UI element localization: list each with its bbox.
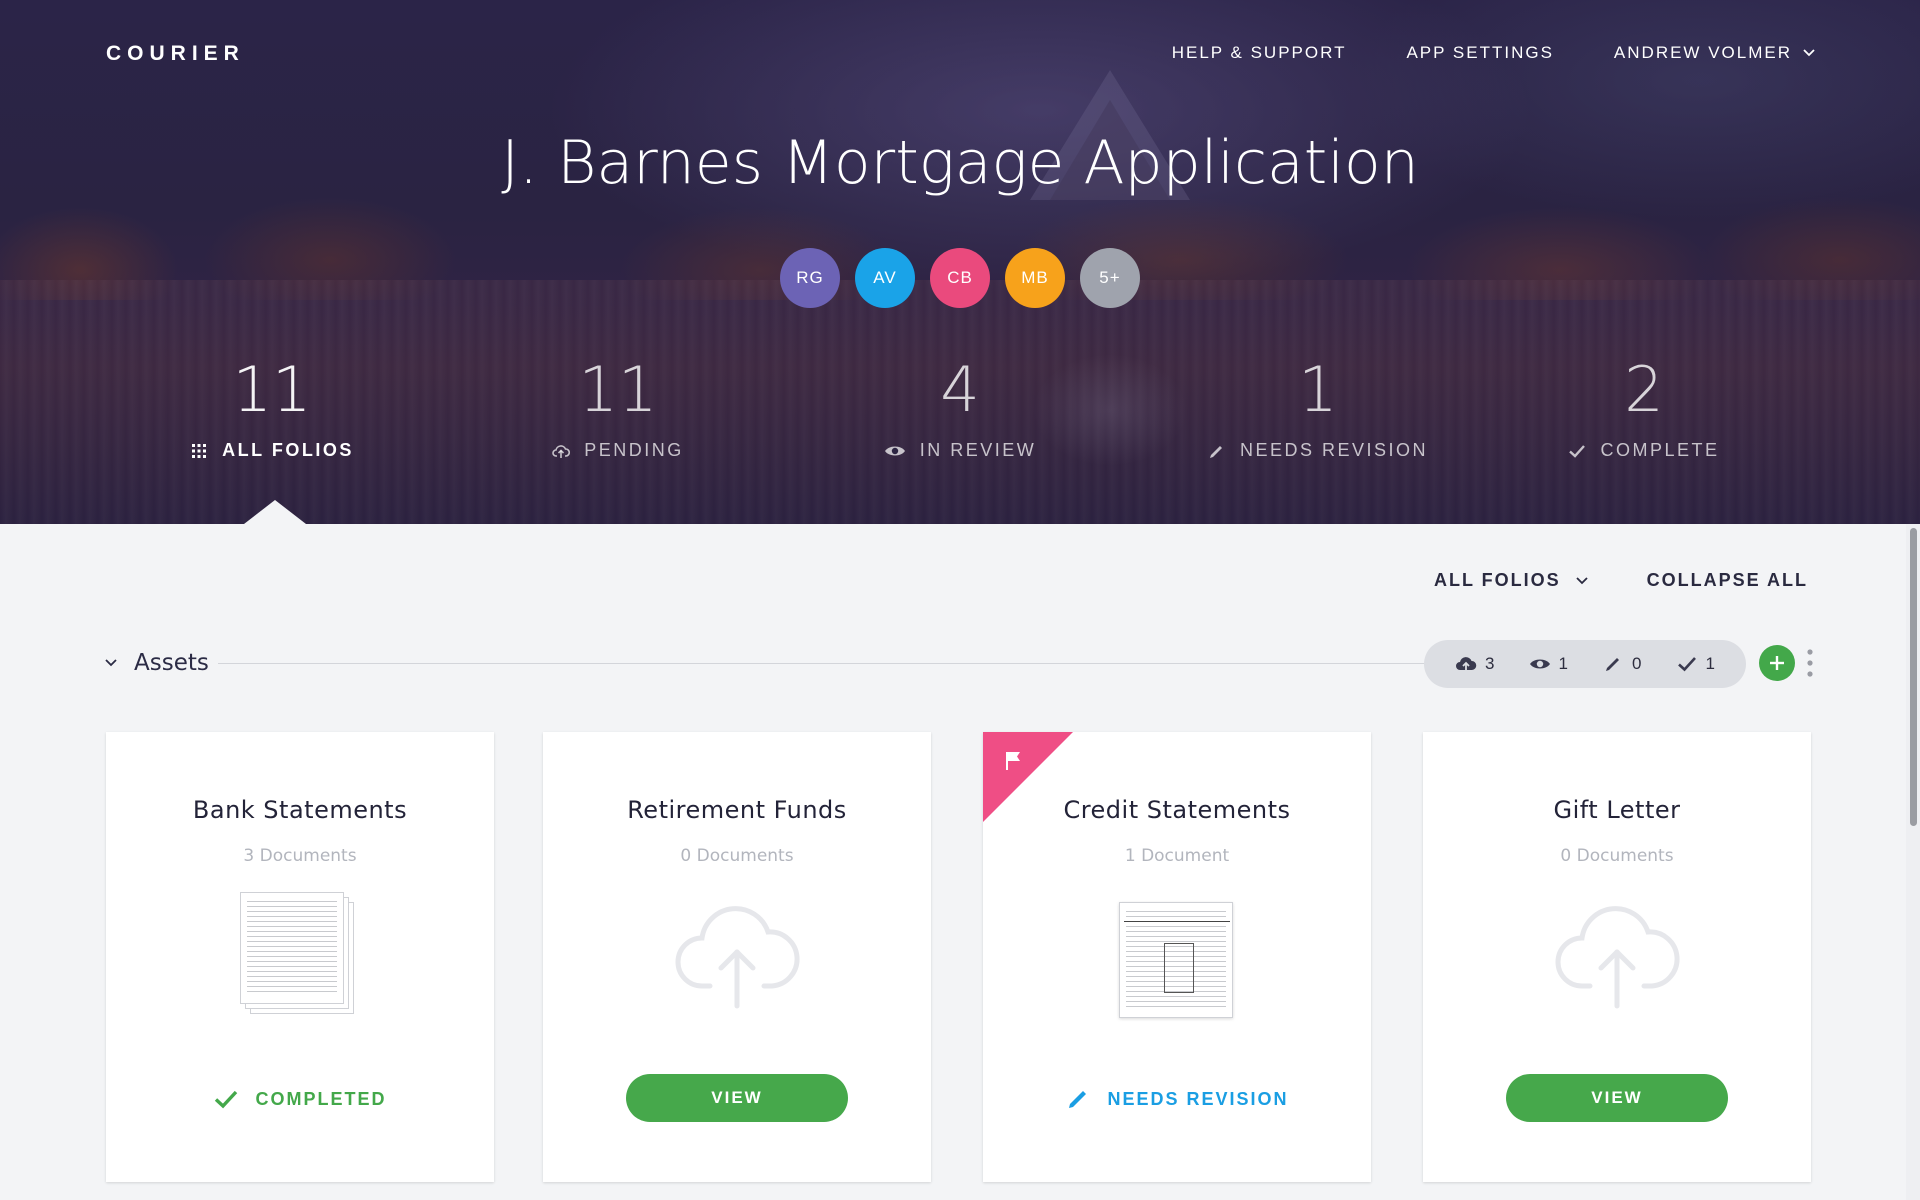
- card-document-count: 3 Documents: [243, 846, 357, 866]
- eye-icon: [884, 446, 905, 455]
- stat-value: 11: [232, 353, 312, 426]
- avatar[interactable]: MB: [1005, 248, 1065, 308]
- card-title: Gift Letter: [1553, 796, 1681, 824]
- status-indicator: COMPLETED: [106, 1086, 494, 1112]
- folio-card[interactable]: Bank Statements 3 Documents COMPLETED: [106, 732, 494, 1182]
- stat-label: NEEDS REVISION: [1239, 440, 1429, 460]
- view-button[interactable]: VIEW: [626, 1074, 848, 1122]
- status-label: NEEDS REVISION: [1107, 1088, 1289, 1109]
- stat-label: COMPLETE: [1600, 440, 1720, 460]
- content-toolbar: ALL FOLIOS COLLAPSE ALL: [1434, 570, 1808, 591]
- add-folio-button[interactable]: [1759, 645, 1795, 681]
- section-divider: [218, 663, 1512, 664]
- pencil-icon: [1606, 658, 1620, 671]
- active-tab-pointer: [244, 500, 306, 524]
- section-title: Assets: [134, 650, 209, 676]
- app-logo[interactable]: COURIER: [106, 42, 245, 66]
- eye-icon: [1529, 659, 1550, 669]
- count-complete-value: 1: [1705, 654, 1715, 673]
- user-menu[interactable]: ANDREW VOLMER: [1614, 43, 1816, 63]
- count-pending-value: 3: [1485, 654, 1495, 673]
- stat-in-review[interactable]: 4 IN REVIEW: [810, 350, 1110, 464]
- folio-card-grid: Bank Statements 3 Documents COMPLETED Re…: [106, 732, 1814, 1182]
- stat-pending[interactable]: 11 PENDING: [468, 350, 768, 464]
- flag-icon: [1006, 752, 1020, 770]
- app-settings-label: APP SETTINGS: [1406, 43, 1554, 62]
- section-collapse-toggle[interactable]: Assets: [104, 650, 209, 676]
- avatar[interactable]: AV: [855, 248, 915, 308]
- stat-label: PENDING: [584, 440, 684, 460]
- cloud-upload-icon[interactable]: [672, 900, 802, 1010]
- card-document-count: 0 Documents: [1560, 846, 1674, 866]
- folio-stats: 11 ALL FOLIOS 11 PENDING 4 IN REVIEW 1 N…: [0, 350, 1920, 470]
- view-button[interactable]: VIEW: [1506, 1074, 1728, 1122]
- help-support-link[interactable]: HELP & SUPPORT: [1172, 43, 1347, 63]
- grid-icon: [192, 443, 207, 458]
- stat-value: 2: [1624, 353, 1664, 426]
- scrollbar-thumb[interactable]: [1910, 528, 1917, 826]
- count-revision-value: 0: [1632, 654, 1642, 673]
- cloud-upload-icon[interactable]: [1552, 900, 1682, 1010]
- page-title: J. Barnes Mortgage Application: [501, 128, 1419, 198]
- plus-icon: [1770, 656, 1784, 670]
- stat-value: 1: [1298, 353, 1338, 426]
- help-support-label: HELP & SUPPORT: [1171, 43, 1347, 62]
- count-complete[interactable]: 1: [1676, 653, 1715, 675]
- stat-all-folios[interactable]: 11 ALL FOLIOS: [122, 350, 422, 464]
- top-navigation: HELP & SUPPORT APP SETTINGS ANDREW VOLME…: [1172, 43, 1816, 63]
- check-icon: [215, 1090, 238, 1109]
- stat-label: ALL FOLIOS: [222, 440, 354, 460]
- hero-banner: COURIER HELP & SUPPORT APP SETTINGS ANDR…: [0, 0, 1920, 524]
- folio-card[interactable]: Credit Statements 1 Document NEEDS REVIS…: [983, 732, 1371, 1182]
- collapse-all-label: COLLAPSE ALL: [1646, 570, 1808, 590]
- pencil-icon: [1069, 1091, 1087, 1108]
- stat-label: IN REVIEW: [919, 440, 1037, 460]
- avatar-more[interactable]: 5+: [1080, 248, 1140, 308]
- document-thumbnail[interactable]: [1119, 902, 1235, 1022]
- card-title: Credit Statements: [1063, 796, 1291, 824]
- card-document-count: 0 Documents: [680, 846, 794, 866]
- collapse-all-button[interactable]: COLLAPSE ALL: [1647, 570, 1808, 591]
- count-revision[interactable]: 0: [1602, 653, 1641, 675]
- card-document-count: 1 Document: [1124, 846, 1230, 866]
- collaborator-avatars: RG AV CB MB 5+: [780, 248, 1140, 308]
- stat-value: 11: [578, 353, 658, 426]
- avatar[interactable]: RG: [780, 248, 840, 308]
- section-header-assets: Assets 3 1 0 1: [104, 640, 1824, 688]
- count-pending[interactable]: 3: [1455, 653, 1494, 675]
- cloud-upload-icon: [552, 444, 571, 458]
- chevron-down-icon: [1576, 576, 1588, 584]
- user-name: ANDREW VOLMER: [1613, 43, 1792, 62]
- avatar[interactable]: CB: [930, 248, 990, 308]
- count-review[interactable]: 1: [1529, 653, 1568, 675]
- card-title: Retirement Funds: [627, 796, 847, 824]
- check-icon: [1677, 657, 1696, 672]
- folio-card[interactable]: Gift Letter 0 Documents VIEW: [1423, 732, 1811, 1182]
- section-status-counts: 3 1 0 1: [1424, 640, 1746, 688]
- folio-filter-label: ALL FOLIOS: [1433, 570, 1561, 590]
- cloud-upload-icon: [1456, 657, 1477, 671]
- page-scrollbar[interactable]: [1906, 524, 1920, 1200]
- count-review-value: 1: [1558, 654, 1568, 673]
- stat-needs-revision[interactable]: 1 NEEDS REVISION: [1168, 350, 1468, 464]
- stat-value: 4: [940, 353, 980, 426]
- status-indicator: NEEDS REVISION: [983, 1086, 1371, 1112]
- document-thumbnail[interactable]: [240, 892, 360, 1016]
- more-options-icon[interactable]: [1804, 646, 1816, 680]
- chevron-down-icon: [105, 659, 117, 667]
- app-settings-link[interactable]: APP SETTINGS: [1406, 43, 1553, 63]
- stat-complete[interactable]: 2 COMPLETE: [1494, 350, 1794, 464]
- folio-card[interactable]: Retirement Funds 0 Documents VIEW: [543, 732, 931, 1182]
- chevron-down-icon: [1803, 49, 1815, 57]
- card-title: Bank Statements: [192, 796, 408, 824]
- folio-filter-dropdown[interactable]: ALL FOLIOS: [1434, 570, 1589, 591]
- status-label: COMPLETED: [255, 1088, 387, 1109]
- check-icon: [1569, 444, 1586, 458]
- pencil-icon: [1209, 445, 1222, 458]
